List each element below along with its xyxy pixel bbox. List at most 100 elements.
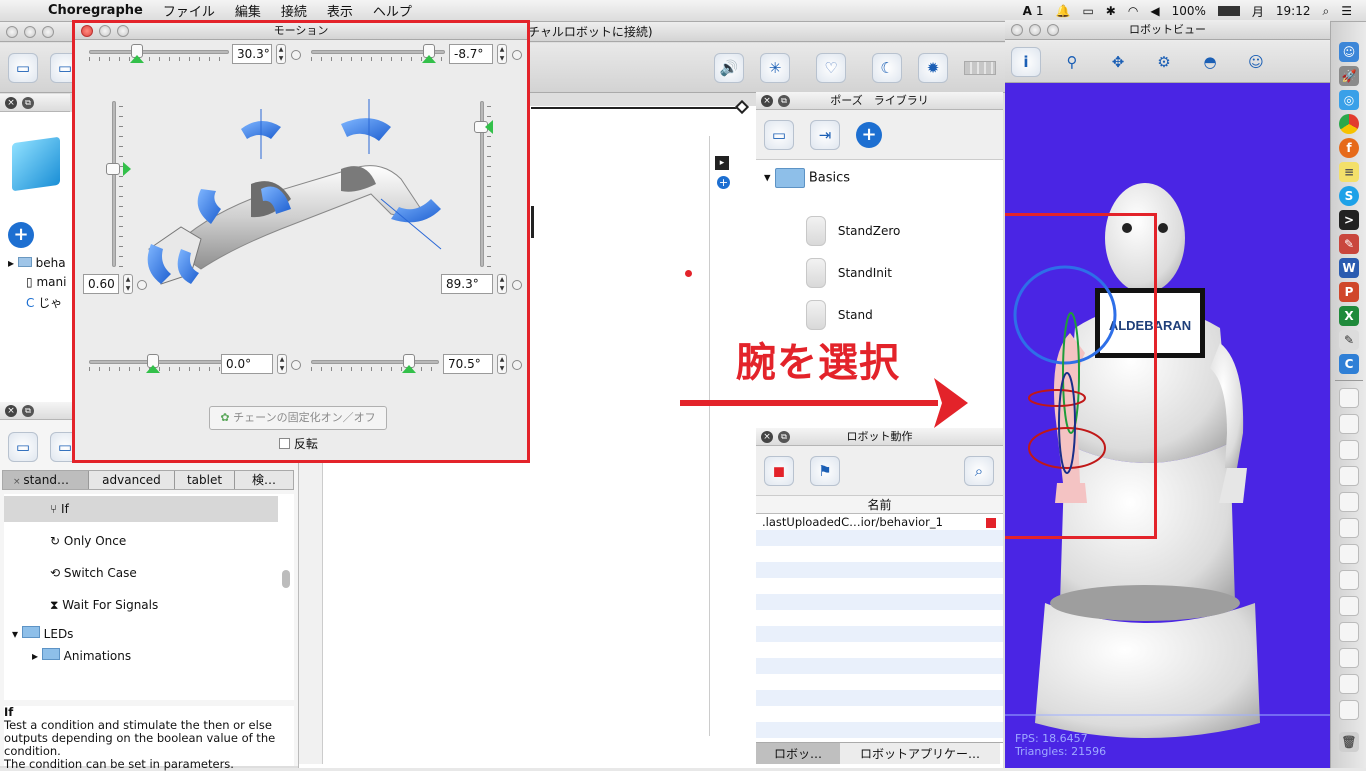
speaker-icon[interactable]: 🔊: [714, 53, 744, 83]
restore-panel-icon[interactable]: ⧉: [778, 431, 790, 443]
rest-moon-icon[interactable]: ☾: [872, 53, 902, 83]
word-icon[interactable]: W: [1339, 258, 1359, 278]
bluetooth-icon[interactable]: ✱: [1106, 4, 1116, 18]
wake-sun-icon[interactable]: ✹: [918, 53, 948, 83]
robot-pose-icon[interactable]: ✳: [760, 53, 790, 83]
flag-icon[interactable]: ⚑: [810, 456, 840, 486]
search-icon[interactable]: ⌕: [964, 456, 994, 486]
document-thumbnail-icon[interactable]: [1339, 414, 1359, 434]
input-port-icon[interactable]: ▸: [715, 156, 729, 170]
pose-item[interactable]: StandInit: [806, 258, 892, 288]
value-bottom-right[interactable]: 70.5°: [443, 354, 493, 374]
battery-percent[interactable]: 100%: [1172, 4, 1206, 18]
chrome-icon[interactable]: [1339, 114, 1359, 134]
value-top-right[interactable]: -8.7°: [449, 44, 493, 64]
timeline-end-marker[interactable]: [734, 99, 750, 115]
terminal-icon[interactable]: >: [1339, 210, 1359, 230]
robot-3d-view[interactable]: ALDEBARAN FPS: 18.6457 Triangles: 21596: [1005, 83, 1330, 768]
menu-help[interactable]: ヘルプ: [363, 1, 422, 20]
lock-dot[interactable]: [512, 360, 522, 370]
finder-icon[interactable]: ☺: [1339, 42, 1359, 62]
value-top-left[interactable]: 30.3°: [232, 44, 272, 64]
stepper-bottom-left[interactable]: ▲ ▼: [277, 354, 287, 374]
stepper-right-vertical[interactable]: ▲ ▼: [497, 274, 507, 294]
zoom-button[interactable]: [1047, 24, 1059, 36]
powerpoint-icon[interactable]: P: [1339, 282, 1359, 302]
lock-dot[interactable]: [291, 360, 301, 370]
face-icon[interactable]: ☺: [1241, 47, 1271, 77]
tab-robot-applications[interactable]: ロボットアプリケー…: [840, 743, 1000, 764]
zoom-button[interactable]: [42, 26, 54, 38]
tab-robot-behaviors[interactable]: ロボッ…: [756, 743, 840, 764]
joint-slider-bottom-right[interactable]: [311, 353, 439, 373]
menu-app[interactable]: Choregraphe: [38, 3, 153, 18]
open-folder-icon[interactable]: ▭: [764, 120, 794, 150]
close-button[interactable]: [1011, 24, 1023, 36]
clock[interactable]: 19:12: [1276, 4, 1311, 18]
lock-dot[interactable]: [291, 50, 301, 60]
hide-joints-icon[interactable]: ✥: [1103, 47, 1133, 77]
list-item[interactable]: ⑂ If: [50, 502, 69, 516]
project-item[interactable]: ▸ beha: [8, 256, 66, 270]
list-item[interactable]: ▸ Animations: [32, 648, 131, 663]
project-item[interactable]: ▯ mani: [26, 275, 66, 289]
window-icon[interactable]: ▭: [8, 53, 38, 83]
add-pose-icon[interactable]: +: [856, 122, 882, 148]
script-editor-icon[interactable]: ✎: [1339, 330, 1359, 350]
document-thumbnail-icon[interactable]: [1339, 622, 1359, 642]
joint-slider-top-right[interactable]: [311, 43, 445, 63]
minimize-button[interactable]: [24, 26, 36, 38]
tab-tablet[interactable]: tablet: [175, 471, 235, 489]
tab-standard[interactable]: × stand…: [3, 471, 89, 489]
chain-lock-button[interactable]: ✿ チェーンの固定化オン／オフ: [209, 406, 387, 430]
day-label[interactable]: 月: [1252, 3, 1264, 20]
wifi-icon[interactable]: ◠: [1128, 4, 1138, 18]
document-thumbnail-icon[interactable]: [1339, 674, 1359, 694]
list-item[interactable]: ↻ Only Once: [50, 534, 126, 548]
document-thumbnail-icon[interactable]: [1339, 466, 1359, 486]
document-thumbnail-icon[interactable]: [1339, 518, 1359, 538]
arm-joint-illustration[interactable]: [141, 99, 471, 289]
close-panel-icon[interactable]: ×: [5, 405, 17, 417]
volume-icon[interactable]: ◀: [1150, 4, 1159, 18]
notification-bell-icon[interactable]: 🔔: [1056, 4, 1071, 18]
zoom-button[interactable]: [117, 25, 129, 37]
list-item-selected[interactable]: [4, 496, 278, 522]
document-thumbnail-icon[interactable]: [1339, 648, 1359, 668]
joint-slider-left-vertical[interactable]: [105, 101, 131, 267]
adobe-icon[interactable]: A: [1023, 4, 1032, 18]
minimize-button[interactable]: [1029, 24, 1041, 36]
project-item[interactable]: C じゃ: [26, 294, 62, 311]
trash-icon[interactable]: 🗑: [1339, 732, 1359, 752]
joint-slider-right-vertical[interactable]: [473, 101, 493, 267]
window-icon[interactable]: ▭: [8, 432, 38, 462]
close-panel-icon[interactable]: ×: [761, 431, 773, 443]
stop-all-icon[interactable]: ◼: [764, 456, 794, 486]
restore-panel-icon[interactable]: ⧉: [778, 95, 790, 107]
lock-dot[interactable]: [512, 280, 522, 290]
settings-icon[interactable]: ⚙: [1149, 47, 1179, 77]
spotlight-icon[interactable]: ⌕: [1323, 4, 1330, 19]
restore-panel-icon[interactable]: ⧉: [22, 97, 34, 109]
notes-icon[interactable]: ≡: [1339, 162, 1359, 182]
stepper-top-right[interactable]: ▲ ▼: [497, 44, 507, 64]
import-icon[interactable]: ⇥: [810, 120, 840, 150]
restore-panel-icon[interactable]: ⧉: [22, 405, 34, 417]
menu-edit[interactable]: 編集: [225, 1, 271, 20]
tab-search[interactable]: 検…: [235, 471, 293, 489]
display-icon[interactable]: ▭: [1082, 4, 1093, 18]
close-panel-icon[interactable]: ×: [761, 95, 773, 107]
value-bottom-left[interactable]: 0.0°: [221, 354, 273, 374]
behavior-row[interactable]: .lastUploadedC…ior/behavior_1: [762, 515, 943, 529]
document-thumbnail-icon[interactable]: [1339, 492, 1359, 512]
menu-view[interactable]: 表示: [317, 1, 363, 20]
document-thumbnail-icon[interactable]: [1339, 570, 1359, 590]
menu-file[interactable]: ファイル: [153, 1, 225, 20]
close-button[interactable]: [81, 25, 93, 37]
choregraphe-icon[interactable]: C: [1339, 354, 1359, 374]
tab-advanced[interactable]: advanced: [89, 471, 175, 489]
info-icon[interactable]: i: [1011, 47, 1041, 77]
skype-icon[interactable]: S: [1339, 186, 1359, 206]
add-icon[interactable]: +: [8, 222, 34, 248]
value-left-vertical[interactable]: 0.60: [83, 274, 119, 294]
